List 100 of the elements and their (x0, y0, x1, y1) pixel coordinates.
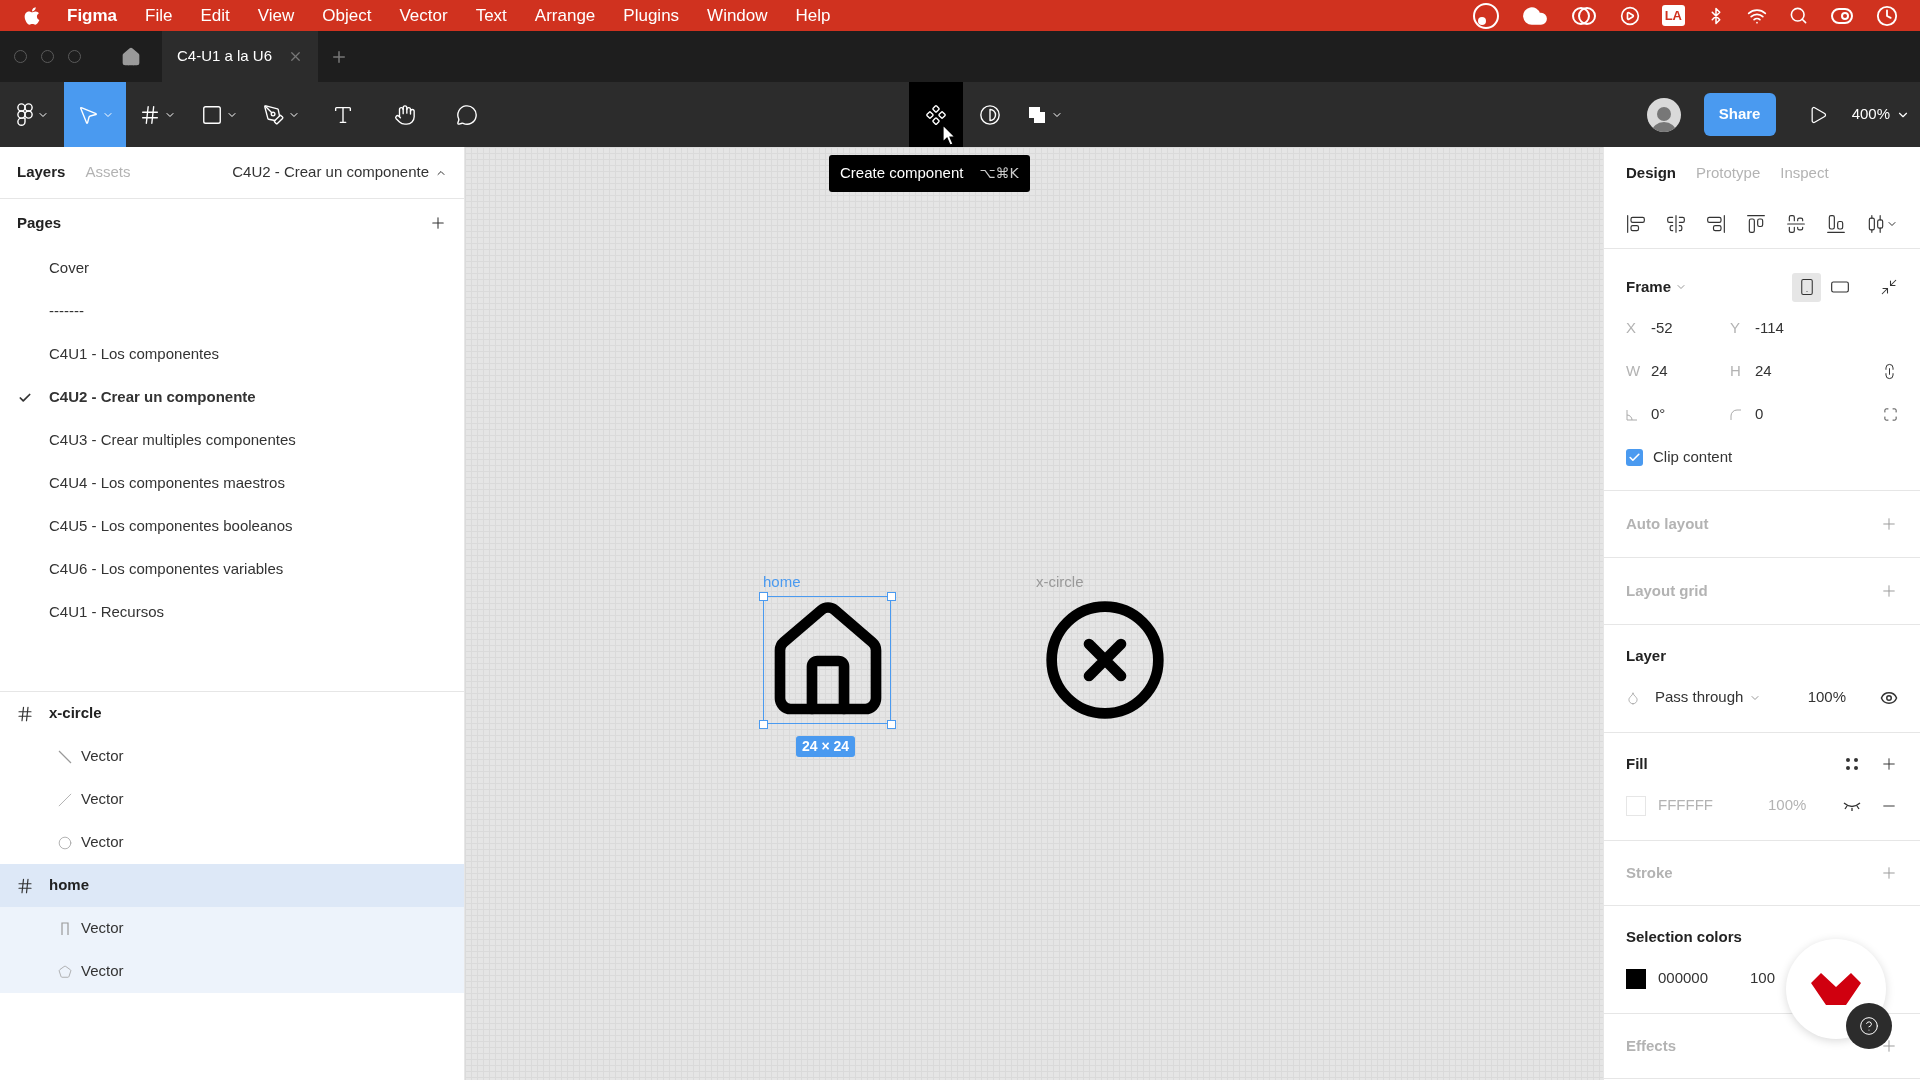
checkbox[interactable] (1626, 449, 1643, 466)
field-label: Y (1730, 318, 1741, 339)
layer-row[interactable]: Vector (0, 821, 464, 864)
resize-to-fit-icon[interactable] (1880, 278, 1898, 296)
opacity-value[interactable]: 100% (1807, 686, 1846, 709)
component-icon (925, 103, 947, 126)
frame-icon (15, 876, 34, 895)
avatar[interactable] (1646, 97, 1681, 132)
field-value[interactable]: 24 (1651, 360, 1668, 383)
align-right-icon[interactable] (1706, 213, 1726, 234)
panel-tab[interactable]: Design (1626, 161, 1676, 185)
page-item[interactable]: C4U3 - Crear multiples componentes (0, 419, 464, 462)
check-icon (1628, 451, 1641, 464)
color-swatch[interactable] (1626, 968, 1646, 989)
checkbox-label: Clip content (1653, 447, 1733, 468)
menu-item[interactable]: Plugins (609, 2, 694, 29)
play-circle-icon[interactable] (1619, 5, 1640, 26)
apple-icon[interactable] (22, 5, 42, 26)
align-bottom-icon[interactable] (1826, 213, 1846, 234)
aperture-icon[interactable] (1471, 1, 1500, 30)
blend-mode-dropdown[interactable]: Pass through (1655, 686, 1762, 709)
shortcut: ⌥⌘K (979, 164, 1019, 183)
orientation-button[interactable] (1792, 272, 1821, 302)
menu-item[interactable]: Vector (385, 2, 462, 29)
page-item[interactable]: C4U4 - Los componentes maestros (0, 462, 464, 505)
zoom-dropdown[interactable]: 400% (1851, 103, 1910, 126)
layer-row[interactable]: Vector (0, 778, 464, 821)
field-value[interactable]: 0 (1755, 403, 1764, 426)
search-icon[interactable] (1789, 6, 1808, 25)
status-badge[interactable]: LA (1661, 5, 1685, 26)
page-item[interactable]: C4U2 - Crear un componente (0, 376, 464, 419)
menu-item[interactable]: Help (781, 2, 845, 29)
menu-item[interactable]: File (131, 2, 187, 29)
align-top-icon[interactable] (1746, 213, 1766, 234)
align-middle-icon[interactable] (1786, 213, 1806, 234)
page-selector[interactable]: C4U2 - Crear un componente (232, 161, 447, 184)
menu-item[interactable]: Text (461, 2, 521, 29)
menu-item[interactable]: Object (308, 2, 386, 29)
layer-row[interactable]: x-circle (0, 692, 464, 735)
rotation-icon (1626, 408, 1638, 421)
align-center-icon[interactable] (1666, 213, 1686, 234)
logo-icon (1811, 971, 1861, 1007)
help-icon (1859, 1016, 1879, 1036)
menu-item[interactable]: Window (693, 2, 782, 29)
page-item[interactable]: C4U6 - Los componentes variables (0, 548, 464, 591)
resize-handle[interactable] (759, 592, 768, 601)
panel-tab[interactable]: Layers (17, 161, 66, 184)
add-page-icon[interactable] (429, 214, 447, 232)
pages-title: Pages (17, 212, 62, 233)
layer-row[interactable]: home (0, 864, 464, 907)
hand-icon (394, 103, 416, 126)
cursor-icon (942, 124, 956, 146)
menu-item[interactable]: Arrange (520, 2, 610, 29)
resize-handle[interactable] (887, 720, 896, 729)
resize-handle[interactable] (759, 720, 768, 729)
page-item[interactable]: C4U1 - Los componentes (0, 333, 464, 376)
rectangle-icon (200, 103, 223, 126)
hex-value[interactable]: 000000 (1658, 967, 1750, 990)
icon-frame[interactable] (763, 596, 891, 724)
app-name[interactable]: Figma (67, 2, 118, 29)
section-title: Stroke (1626, 862, 1673, 883)
tool-button[interactable] (909, 82, 963, 147)
pen-icon (262, 103, 285, 126)
page-item[interactable]: C4U5 - Los componentes booleanos (0, 505, 464, 548)
menu-item[interactable]: Edit (186, 2, 244, 29)
line-icon (58, 792, 72, 807)
menu-item[interactable]: View (243, 2, 309, 29)
opacity-value[interactable]: 100 (1750, 967, 1776, 990)
layer-row[interactable]: Vector (0, 907, 464, 950)
size-badge: 24 × 24 (796, 736, 856, 757)
color-swatch[interactable] (1626, 795, 1646, 816)
page-item[interactable]: ------- (0, 290, 464, 333)
field-value[interactable]: -52 (1651, 317, 1673, 340)
align-left-icon[interactable] (1626, 213, 1646, 234)
tooltip-label: Create component (840, 163, 964, 184)
field-value[interactable]: 24 (1755, 360, 1772, 383)
field-value[interactable]: -114 (1755, 317, 1784, 340)
page-item[interactable]: C4U1 - Recursos (0, 591, 464, 634)
frame-title[interactable]: Frame (1626, 275, 1672, 299)
styles-icon[interactable] (1845, 757, 1859, 771)
field-label: W (1626, 361, 1642, 382)
field-value[interactable]: 0° (1651, 403, 1666, 426)
clock-icon[interactable] (1876, 4, 1898, 27)
mask-icon (979, 103, 1001, 126)
layer-row[interactable]: Vector (0, 735, 464, 778)
line-icon (58, 749, 72, 764)
independent-corners-icon[interactable] (1883, 407, 1898, 422)
frame-icon (15, 704, 34, 723)
distribute-icon[interactable] (1866, 213, 1886, 234)
layer-row[interactable]: Vector (0, 950, 464, 993)
help-button[interactable] (1846, 1003, 1892, 1049)
field-label: X (1626, 318, 1637, 339)
resize-handle[interactable] (887, 592, 896, 601)
add-icon[interactable] (1880, 1037, 1898, 1055)
section-title: Layout grid (1626, 580, 1708, 601)
file-tab[interactable]: C4-U1 a la U6 (162, 31, 319, 82)
blend-mode-icon (1626, 690, 1640, 705)
page-item[interactable]: Cover (0, 247, 464, 290)
home-icon[interactable] (121, 46, 141, 67)
ellipse-icon (58, 835, 72, 850)
